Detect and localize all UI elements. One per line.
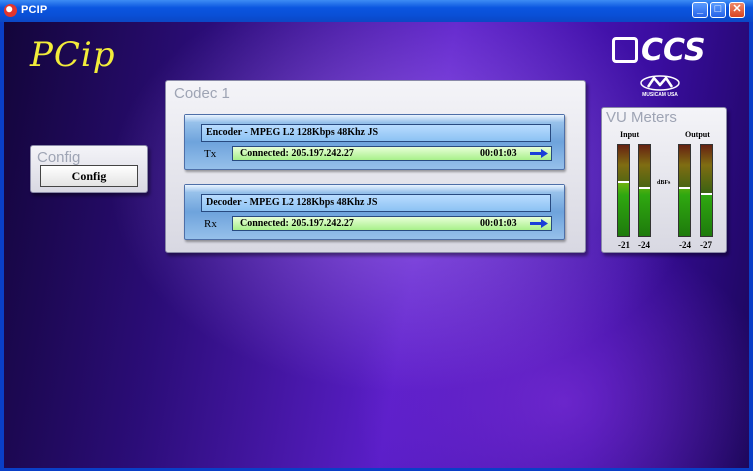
- ccs-logo-mark-icon: [612, 37, 638, 63]
- vu-peak-marker: [618, 181, 629, 183]
- vu-bar-unlit: [701, 145, 712, 193]
- vu-peak-marker: [679, 187, 690, 189]
- decoder-header[interactable]: Decoder - MPEG L2 128Kbps 48Khz JS: [201, 194, 551, 212]
- vu-input-left-bar: [617, 144, 630, 237]
- codec-panel: Codec 1 Encoder - MPEG L2 128Kbps 48Khz …: [165, 80, 586, 253]
- encoder-connection-text: Connected: 205.197.242.27: [240, 148, 354, 159]
- maximize-button[interactable]: □: [710, 2, 726, 18]
- musicam-mark-icon: [640, 75, 680, 91]
- musicam-text: MUSICAM USA: [642, 92, 678, 98]
- window-title: PCIP: [21, 4, 48, 16]
- decoder-direction-label: Rx: [204, 218, 217, 230]
- arrow-right-icon[interactable]: [530, 219, 548, 228]
- vu-input-right-value: -24: [638, 240, 650, 250]
- vu-output-right-value: -27: [700, 240, 712, 250]
- decoder-timer: 00:01:03: [480, 218, 517, 229]
- vu-bar-unlit: [618, 145, 629, 181]
- vu-bar-unlit: [639, 145, 650, 187]
- vu-output-left-value: -24: [679, 240, 691, 250]
- vu-unit-label: dBFs: [657, 180, 671, 186]
- decoder-status[interactable]: Connected: 205.197.242.27 00:01:03: [232, 216, 552, 231]
- vu-meters-panel: VU Meters Input Output dBFs -21 -24 -24 …: [601, 107, 727, 253]
- vu-output-right-bar: [700, 144, 713, 237]
- config-button[interactable]: Config: [40, 165, 138, 187]
- arrow-right-icon[interactable]: [530, 149, 548, 158]
- encoder-header[interactable]: Encoder - MPEG L2 128Kbps 48Khz JS: [201, 124, 551, 142]
- encoder-top-stripe: [185, 115, 564, 122]
- vu-input-label: Input: [620, 130, 640, 139]
- close-button[interactable]: ✕: [729, 2, 745, 18]
- vu-input-left-value: -21: [618, 240, 630, 250]
- encoder-direction-label: Tx: [204, 148, 217, 160]
- vu-peak-marker: [639, 187, 650, 189]
- vu-output-left-bar: [678, 144, 691, 237]
- decoder-connection-text: Connected: 205.197.242.27: [240, 218, 354, 229]
- vu-bar-unlit: [679, 145, 690, 187]
- ccs-logo: CCS: [612, 36, 706, 66]
- app-window: PCIP _ □ ✕ PCip CCS MUSICAM USA Config C…: [0, 0, 753, 471]
- title-bar[interactable]: PCIP _ □ ✕: [0, 0, 753, 22]
- minimize-button[interactable]: _: [692, 2, 708, 18]
- config-panel-title: Config: [37, 149, 81, 166]
- app-icon[interactable]: [4, 4, 17, 17]
- vu-input-right-bar: [638, 144, 651, 237]
- pcip-logo: PCip: [30, 35, 116, 75]
- encoder-status[interactable]: Connected: 205.197.242.27 00:01:03: [232, 146, 552, 161]
- decoder-top-stripe: [185, 185, 564, 192]
- vu-meters-title: VU Meters: [606, 109, 677, 126]
- encoder-timer: 00:01:03: [480, 148, 517, 159]
- vu-peak-marker: [701, 193, 712, 195]
- vu-output-label: Output: [685, 130, 710, 139]
- encoder-section: Encoder - MPEG L2 128Kbps 48Khz JS Tx Co…: [184, 114, 565, 170]
- codec-panel-title: Codec 1: [174, 85, 230, 102]
- ccs-logo-text: CCS: [641, 33, 706, 68]
- decoder-section: Decoder - MPEG L2 128Kbps 48Khz JS Rx Co…: [184, 184, 565, 240]
- musicam-logo: MUSICAM USA: [640, 74, 680, 98]
- config-panel: Config Config: [30, 145, 148, 193]
